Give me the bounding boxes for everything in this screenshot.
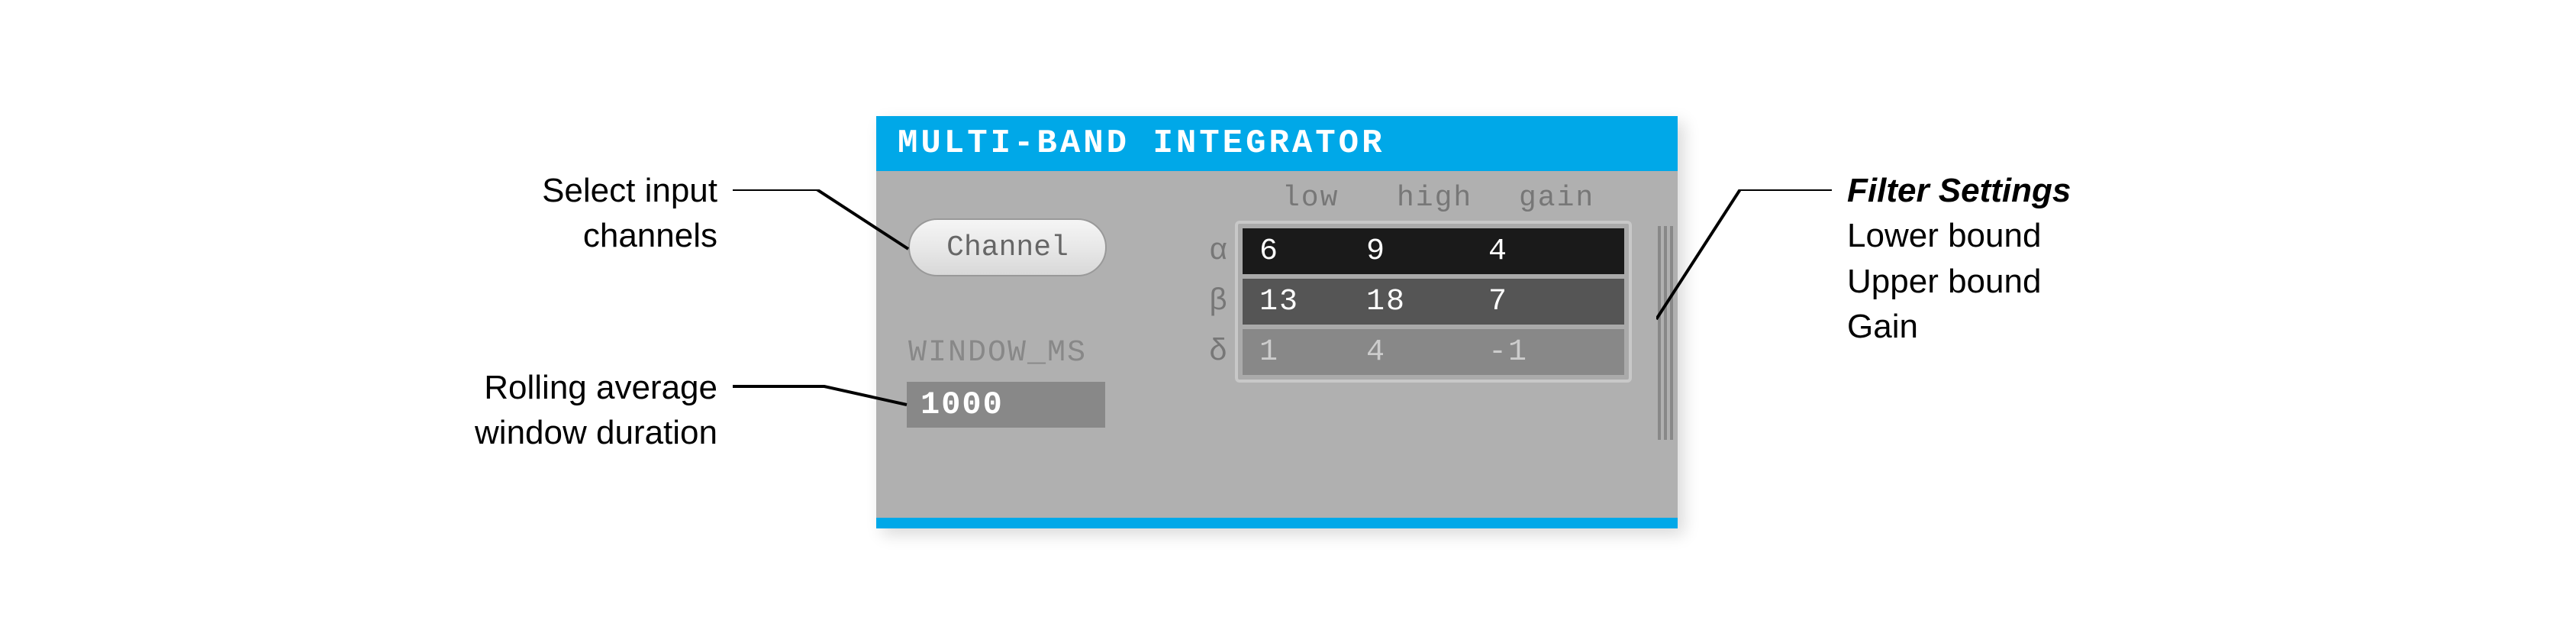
callout-channel-line2: channels xyxy=(366,213,717,258)
header-low: low xyxy=(1282,182,1397,215)
filter-row-alpha: α 6 9 4 xyxy=(1243,228,1624,274)
filter-headers: low high gain xyxy=(1235,182,1632,215)
alpha-high[interactable]: 9 xyxy=(1366,234,1488,269)
band-label-beta: β xyxy=(1201,285,1238,319)
callout-channel: Select input channels xyxy=(366,168,717,259)
leader-line-filter xyxy=(1656,189,1839,327)
callout-filter-line2: Upper bound xyxy=(1847,259,2071,304)
callout-window-line2: window duration xyxy=(366,410,717,455)
beta-gain[interactable]: 7 xyxy=(1488,285,1580,319)
callout-window: Rolling average window duration xyxy=(366,365,717,456)
panel-body: Channel WINDOW_MS 1000 low high gain α 6… xyxy=(876,171,1678,518)
panel-title: MULTI-BAND INTEGRATOR xyxy=(876,116,1678,171)
filter-row-beta: β 13 18 7 xyxy=(1243,279,1624,325)
beta-high[interactable]: 18 xyxy=(1366,285,1488,319)
filter-table: low high gain α 6 9 4 β 13 18 xyxy=(1235,182,1632,383)
header-gain: gain xyxy=(1519,182,1618,215)
window-ms-input[interactable]: 1000 xyxy=(907,382,1105,428)
band-label-delta: δ xyxy=(1201,335,1238,370)
callout-filter-line3: Gain xyxy=(1847,304,2071,349)
window-ms-label: WINDOW_MS xyxy=(908,336,1087,370)
callout-channel-line1: Select input xyxy=(366,168,717,213)
filter-row-delta: δ 1 4 -1 xyxy=(1243,329,1624,375)
callout-filter-title: Filter Settings xyxy=(1847,168,2071,213)
filter-values-beta[interactable]: 13 18 7 xyxy=(1243,279,1624,325)
callout-window-line1: Rolling average xyxy=(366,365,717,410)
callout-filter-line1: Lower bound xyxy=(1847,213,2071,258)
delta-low[interactable]: 1 xyxy=(1259,335,1366,370)
header-high: high xyxy=(1397,182,1519,215)
delta-gain[interactable]: -1 xyxy=(1488,335,1580,370)
multi-band-integrator-panel: MULTI-BAND INTEGRATOR Channel WINDOW_MS … xyxy=(876,116,1678,528)
alpha-low[interactable]: 6 xyxy=(1259,234,1366,269)
band-label-alpha: α xyxy=(1201,234,1238,269)
delta-high[interactable]: 4 xyxy=(1366,335,1488,370)
panel-footer-bar xyxy=(876,518,1678,528)
beta-low[interactable]: 13 xyxy=(1259,285,1366,319)
filter-values-delta[interactable]: 1 4 -1 xyxy=(1243,329,1624,375)
callout-filter: Filter Settings Lower bound Upper bound … xyxy=(1847,168,2071,350)
filter-values-alpha[interactable]: 6 9 4 xyxy=(1243,228,1624,274)
resize-grip-icon[interactable] xyxy=(1658,226,1679,440)
channel-button[interactable]: Channel xyxy=(908,218,1107,276)
filter-rows: α 6 9 4 β 13 18 7 δ xyxy=(1235,221,1632,383)
alpha-gain[interactable]: 4 xyxy=(1488,234,1580,269)
